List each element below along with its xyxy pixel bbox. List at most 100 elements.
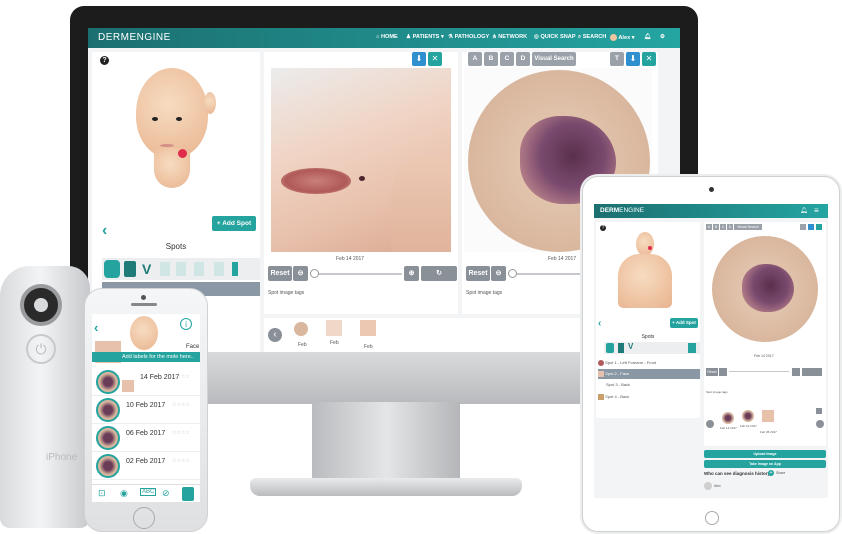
nav-pathology[interactable]: ⚗ PATHOLOGY (448, 34, 489, 40)
zoom-in-button-1[interactable]: ⊕ (404, 266, 419, 281)
tab-abc-icon[interactable]: ABC (140, 488, 157, 496)
upload-image-button[interactable]: Upload Image (704, 450, 826, 458)
body-part-arm-icon[interactable] (160, 262, 170, 276)
zoom-slider-knob-1[interactable] (310, 269, 319, 278)
body-part-full-icon[interactable] (232, 262, 238, 276)
nav-user-menu[interactable]: Alex ▾ (610, 34, 635, 41)
nav-network[interactable]: ⋔ NETWORK (492, 34, 527, 40)
bell-icon[interactable]: 🔔︎ (644, 34, 651, 40)
tablet-compare-a[interactable]: A (706, 224, 712, 230)
expand-icon[interactable]: ✕ (428, 52, 442, 66)
tablet-zoom-slider[interactable] (729, 371, 789, 372)
tablet-compare-c[interactable]: C (720, 224, 726, 230)
zoom-slider-knob-2[interactable] (508, 269, 517, 278)
label-hint-bar[interactable]: Add labels for the mole here.. (92, 352, 200, 362)
body-part-hand-icon[interactable] (176, 262, 186, 276)
tablet-home-button[interactable] (705, 511, 719, 525)
prev-arrow-icon[interactable]: ‹ (268, 328, 282, 342)
tablet-visual-search-button[interactable]: Visual Search (734, 224, 762, 230)
tablet-back-icon[interactable]: ‹ (598, 318, 601, 329)
tablet-rotate-button[interactable] (802, 368, 822, 376)
download-icon[interactable]: ⬇ (412, 52, 426, 66)
tablet-brand-logo[interactable]: DERMENGINE (600, 207, 644, 214)
brand-logo[interactable]: DERMENGINE (98, 32, 171, 43)
entry-row-3[interactable]: 06 Feb 2017 ☆☆☆☆ (92, 424, 200, 452)
tablet-download-icon[interactable] (808, 224, 814, 230)
tablet-expand-icon[interactable] (816, 224, 822, 230)
spot-photo-face[interactable] (271, 68, 451, 252)
reset-button-2[interactable]: Reset (466, 266, 490, 281)
reset-button-1[interactable]: Reset (268, 266, 292, 281)
nav-home[interactable]: ⌂ HOME (376, 34, 398, 40)
rotate-button-1[interactable]: ↻ (421, 266, 457, 281)
tablet-zoom-out-button[interactable] (719, 368, 727, 376)
tablet-spot-item[interactable]: Spot 1 - Left Forearm - Front (598, 358, 700, 368)
text-tool-icon[interactable]: T (610, 52, 624, 66)
download-icon-2[interactable]: ⬇ (626, 52, 640, 66)
tablet-dermoscopy-photo[interactable] (712, 236, 818, 342)
tablet-thumb-1[interactable] (722, 412, 734, 424)
tab-profile-icon[interactable]: ◉ (120, 488, 128, 499)
tablet-menu-icon[interactable]: ≡ (814, 206, 819, 215)
tablet-spot-item[interactable]: Spot 4 - Back (598, 392, 700, 402)
tablet-torso-model[interactable] (618, 254, 672, 308)
body-part-foot-icon[interactable] (214, 262, 224, 276)
nav-quick-snap[interactable]: ◎ QUICK SNAP (534, 34, 576, 40)
tablet-next-arrow-icon[interactable] (816, 420, 824, 428)
body-part-head-icon[interactable] (104, 260, 120, 278)
tablet-spot-item-selected[interactable]: Spot 2 - Face (598, 369, 700, 379)
home-button[interactable] (133, 507, 155, 529)
tablet-thumb-3[interactable] (762, 410, 774, 422)
tablet-zoom-in-button[interactable] (792, 368, 800, 376)
take-image-button[interactable]: Take Image on App (704, 460, 826, 468)
spot-marker[interactable] (178, 149, 187, 158)
info-icon[interactable]: i (180, 318, 192, 330)
tablet-bell-icon[interactable]: 🔔︎ (800, 207, 808, 214)
nav-patients[interactable]: ♟ PATIENTS ▾ (406, 34, 444, 40)
zoom-slider-1[interactable] (310, 273, 402, 275)
phone-back-icon[interactable]: ‹ (94, 320, 98, 335)
compare-a-button[interactable]: A (468, 52, 482, 66)
back-chevron-icon[interactable]: ‹ (102, 222, 107, 240)
tablet-options-icon[interactable] (816, 408, 822, 414)
tablet-reset-button[interactable]: Reset (706, 368, 718, 376)
zoom-out-button-1[interactable]: ⊖ (293, 266, 308, 281)
thumbnail-2[interactable] (326, 320, 342, 336)
tablet-prev-arrow-icon[interactable] (706, 420, 714, 428)
tablet-help-icon[interactable]: ? (600, 225, 606, 231)
tab-compare-icon[interactable]: ⊘ (162, 488, 170, 499)
power-icon[interactable]: ⏻ (26, 334, 56, 364)
compare-d-button[interactable]: D (516, 52, 530, 66)
nav-search[interactable]: ⌕ SEARCH (578, 34, 606, 41)
entry-row-4[interactable]: 02 Feb 2017 ☆☆☆☆ (92, 452, 200, 480)
add-spot-button[interactable]: + Add Spot (212, 216, 256, 231)
tablet-add-spot-button[interactable]: + Add Spot (670, 318, 698, 328)
tab-spots-icon[interactable]: ⊡ (98, 488, 106, 499)
body-part-torso-icon[interactable] (124, 261, 136, 277)
tablet-spot-marker[interactable] (648, 246, 652, 250)
body-part-v-icon[interactable]: V (142, 261, 151, 277)
tablet-compare-b[interactable]: B (713, 224, 719, 230)
thumbnail-3[interactable] (360, 320, 376, 336)
visual-search-button[interactable]: Visual Search (532, 52, 576, 66)
tablet-body-part-torso-icon[interactable] (618, 343, 624, 353)
tablet-compare-d[interactable]: D (727, 224, 733, 230)
tablet-thumb-2[interactable] (742, 410, 754, 422)
tablet-text-tool-icon[interactable] (800, 224, 806, 230)
tablet-body-part-head-icon[interactable] (606, 343, 614, 353)
body-part-leg-icon[interactable] (194, 262, 204, 276)
zoom-out-button-2[interactable]: ⊖ (491, 266, 506, 281)
share-label[interactable]: Share (776, 471, 785, 475)
help-icon[interactable]: ? (100, 56, 109, 65)
expand-icon-2[interactable]: ✕ (642, 52, 656, 66)
tablet-body-part-v-icon[interactable]: V (628, 342, 633, 351)
compare-c-button[interactable]: C (500, 52, 514, 66)
compare-b-button[interactable]: B (484, 52, 498, 66)
entry-row-2[interactable]: 10 Feb 2017 ☆☆☆☆ (92, 396, 200, 424)
thumbnail-1[interactable] (294, 322, 308, 336)
tablet-body-part-full-icon[interactable] (688, 343, 696, 353)
share-plus-icon[interactable]: + (768, 470, 774, 476)
tab-camera-icon[interactable] (182, 487, 194, 501)
gear-icon[interactable]: ⚙ (660, 34, 665, 40)
tablet-spot-item[interactable]: Spot 3 - Back (606, 380, 700, 390)
